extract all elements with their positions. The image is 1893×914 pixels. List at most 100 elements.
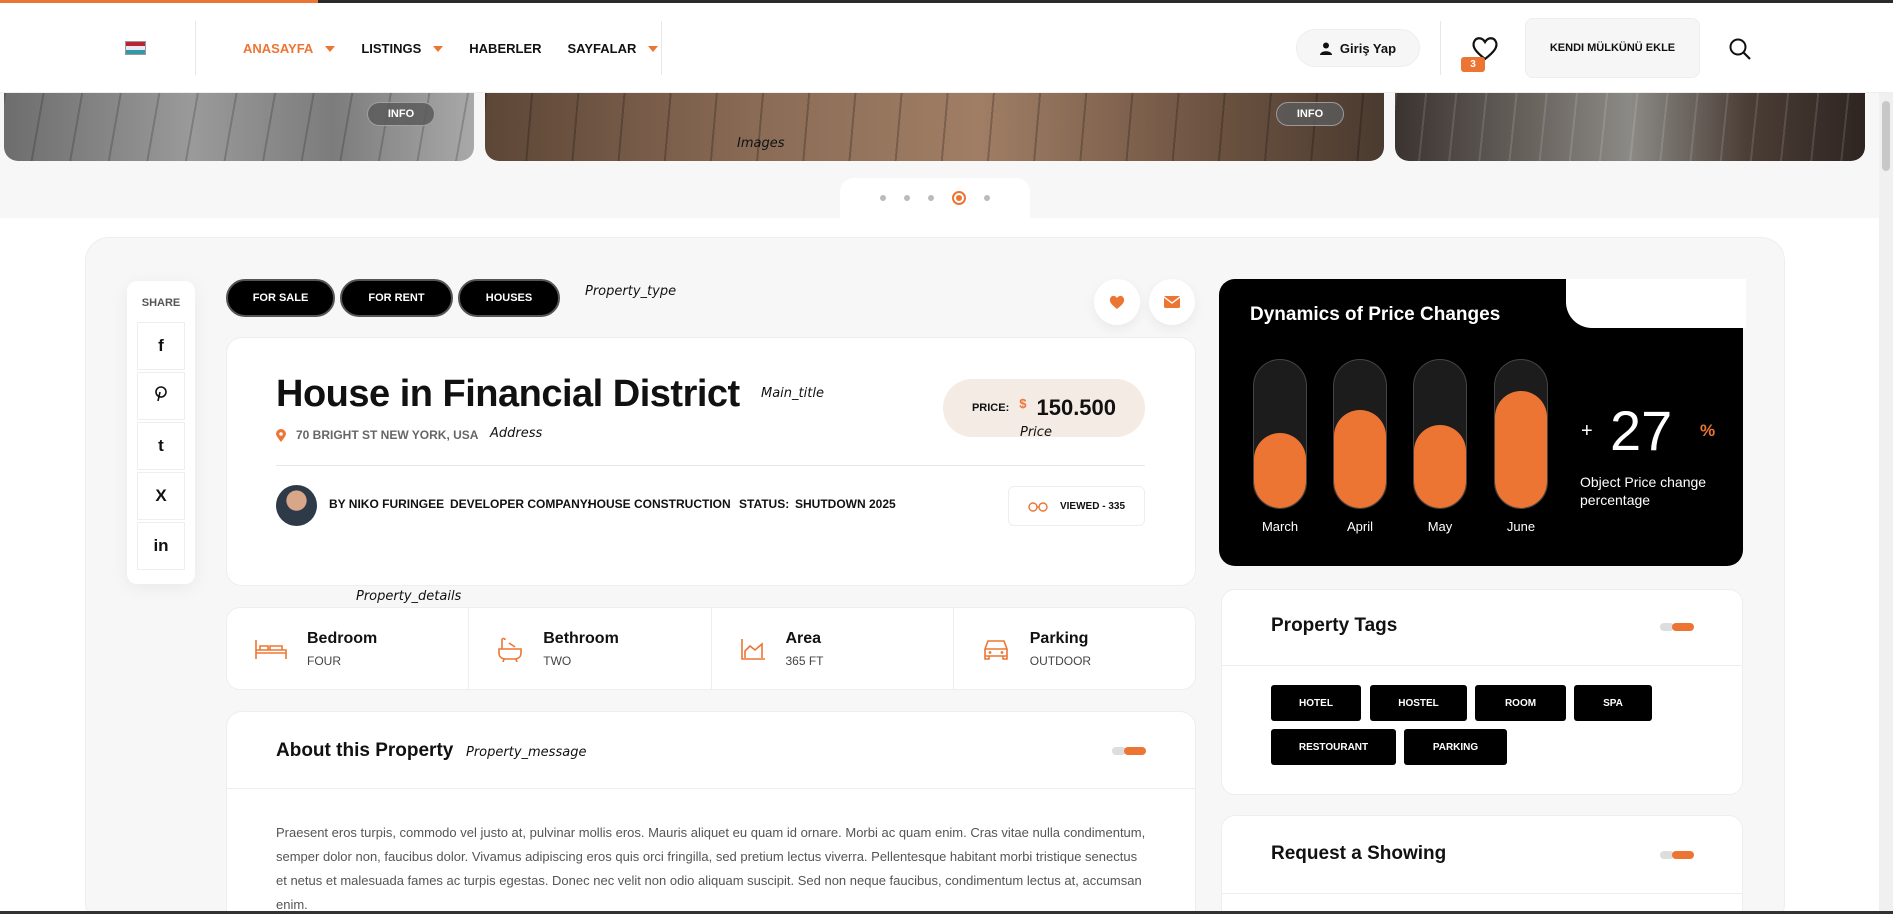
- divider: [1440, 21, 1441, 75]
- developer-label: DEVELOPER COMPANY:: [450, 497, 591, 511]
- price-value: 150.500: [1036, 395, 1117, 420]
- feature-parking: Parking OUTDOOR: [954, 608, 1195, 689]
- property-features: Bedroom FOUR Bethroom TWO Area 365 FT Parki…: [226, 607, 1196, 690]
- chart-bar-june: [1495, 391, 1547, 508]
- chart-card-notch: [1566, 279, 1746, 328]
- gallery-image[interactable]: [1395, 93, 1865, 161]
- feature-bedroom: Bedroom FOUR: [227, 608, 470, 689]
- author-name[interactable]: BY NIKO FURINGEE: [329, 497, 444, 511]
- images-annotation: Images: [737, 136, 785, 151]
- pinterest-icon: [154, 385, 168, 407]
- add-property-button[interactable]: KENDI MÜLKÜNÜ EKLE: [1525, 18, 1700, 78]
- facebook-icon: f: [158, 336, 164, 355]
- image-gallery: INFO INFO: [0, 93, 1893, 161]
- section-toggle-icon[interactable]: [1660, 623, 1694, 631]
- tumblr-share-button[interactable]: t: [137, 422, 185, 470]
- glasses-icon: [1028, 502, 1048, 512]
- nav-item-haberler[interactable]: HABERLER: [469, 41, 541, 56]
- about-title: About this Property: [276, 740, 454, 761]
- tag-spa[interactable]: SPA: [1574, 685, 1652, 721]
- tumblr-icon: t: [158, 436, 164, 455]
- chart-bar-track: [1333, 359, 1387, 509]
- chart-title: Dynamics of Price Changes: [1250, 304, 1501, 325]
- property-details-annotation: Property_details: [356, 589, 462, 604]
- car-icon: [983, 639, 1008, 660]
- type-tag-for-sale[interactable]: FOR SALE: [226, 279, 335, 317]
- section-toggle-icon[interactable]: [1660, 851, 1694, 859]
- gallery-image[interactable]: INFO: [4, 93, 474, 161]
- divider: [1221, 665, 1743, 666]
- tag-hotel[interactable]: HOTEL: [1271, 685, 1361, 721]
- bed-icon: [255, 639, 287, 659]
- pinterest-share-button[interactable]: [137, 372, 185, 420]
- type-tag-for-rent[interactable]: FOR RENT: [340, 279, 453, 317]
- percent-symbol: %: [1700, 421, 1716, 440]
- heart-icon: [1109, 295, 1125, 309]
- divider: [226, 788, 1196, 789]
- type-tag-houses[interactable]: HOUSES: [458, 279, 560, 317]
- address-annotation: Address: [490, 426, 543, 441]
- pagination-dot[interactable]: [928, 195, 934, 201]
- pagination-dot[interactable]: [904, 195, 910, 201]
- scrollbar-thumb[interactable]: [1882, 101, 1890, 171]
- developer-value: HOUSE CONSTRUCTION: [588, 497, 731, 511]
- favorites-count-badge: 3: [1461, 57, 1485, 72]
- price-change-caption: Object Price change percentage: [1580, 474, 1707, 508]
- nav-item-anasayfa[interactable]: ANASAYFA: [243, 41, 336, 56]
- chart-bar-track: [1494, 359, 1548, 509]
- price-change-value: 27: [1610, 399, 1673, 462]
- divider: [1221, 893, 1743, 894]
- property-title: House in Financial District: [276, 373, 740, 415]
- chevron-down-icon: [325, 45, 336, 52]
- search-icon[interactable]: [1728, 37, 1752, 61]
- chart-tick-label: April: [1346, 519, 1373, 534]
- page-scrollbar[interactable]: [1879, 93, 1893, 914]
- property-tags-title: Property Tags: [1271, 615, 1398, 636]
- status-value: SHUTDOWN 2025: [795, 497, 896, 511]
- about-description: Praesent eros turpis, commodo vel justo …: [276, 825, 1146, 912]
- login-button[interactable]: Giriş Yap: [1296, 29, 1420, 67]
- chart-bar-track: [1253, 359, 1307, 509]
- percent-sign-plus: +: [1581, 420, 1593, 442]
- property-message-annotation: Property_message: [466, 745, 587, 760]
- nav-item-listings[interactable]: LISTINGS: [361, 41, 444, 56]
- tag-parking[interactable]: PARKING: [1404, 729, 1507, 765]
- envelope-icon: [1164, 296, 1180, 308]
- info-button[interactable]: INFO: [1276, 102, 1344, 126]
- info-button[interactable]: INFO: [367, 102, 435, 126]
- section-toggle-icon[interactable]: [1112, 747, 1146, 755]
- pagination-dot[interactable]: [984, 195, 990, 201]
- divider: [195, 21, 196, 75]
- chart-tick-label: March: [1261, 519, 1299, 534]
- views-counter: VIEWED - 335: [1008, 486, 1145, 526]
- pagination-dot-active[interactable]: [952, 191, 966, 205]
- gallery-image[interactable]: INFO: [485, 93, 1384, 161]
- favorite-button[interactable]: [1094, 279, 1140, 325]
- share-sidebar: SHARE f t X in: [127, 281, 195, 584]
- chart-tick-label: June: [1506, 519, 1536, 534]
- feature-area: Area 365 FT: [712, 608, 954, 689]
- area-chart-icon: [740, 638, 765, 660]
- pagination-dot[interactable]: [880, 195, 886, 201]
- chart-bar-may: [1414, 425, 1466, 508]
- facebook-share-button[interactable]: f: [137, 322, 185, 370]
- property-type-annotation: Property_type: [585, 284, 677, 299]
- message-button[interactable]: [1149, 279, 1195, 325]
- tag-restourant[interactable]: RESTOURANT: [1271, 729, 1396, 765]
- language-flag-icon[interactable]: [125, 41, 146, 55]
- tag-hostel[interactable]: HOSTEL: [1370, 685, 1467, 721]
- linkedin-icon: in: [153, 536, 169, 555]
- bathtub-icon: [498, 637, 523, 662]
- main-nav: ANASAYFA LISTINGS HABERLER SAYFALAR: [243, 41, 684, 56]
- tag-room[interactable]: ROOM: [1475, 685, 1566, 721]
- site-header: ANASAYFA LISTINGS HABERLER SAYFALAR Giri…: [0, 3, 1893, 93]
- avatar[interactable]: [276, 485, 317, 526]
- linkedin-share-button[interactable]: in: [137, 522, 185, 570]
- price-annotation: Price: [1020, 425, 1052, 440]
- status-label: STATUS:: [739, 497, 790, 511]
- user-icon: [1319, 42, 1332, 55]
- nav-item-sayfalar[interactable]: SAYFALAR: [568, 41, 659, 56]
- chart-bar-april: [1334, 410, 1386, 508]
- chevron-down-icon: [648, 45, 659, 52]
- x-share-button[interactable]: X: [137, 472, 185, 520]
